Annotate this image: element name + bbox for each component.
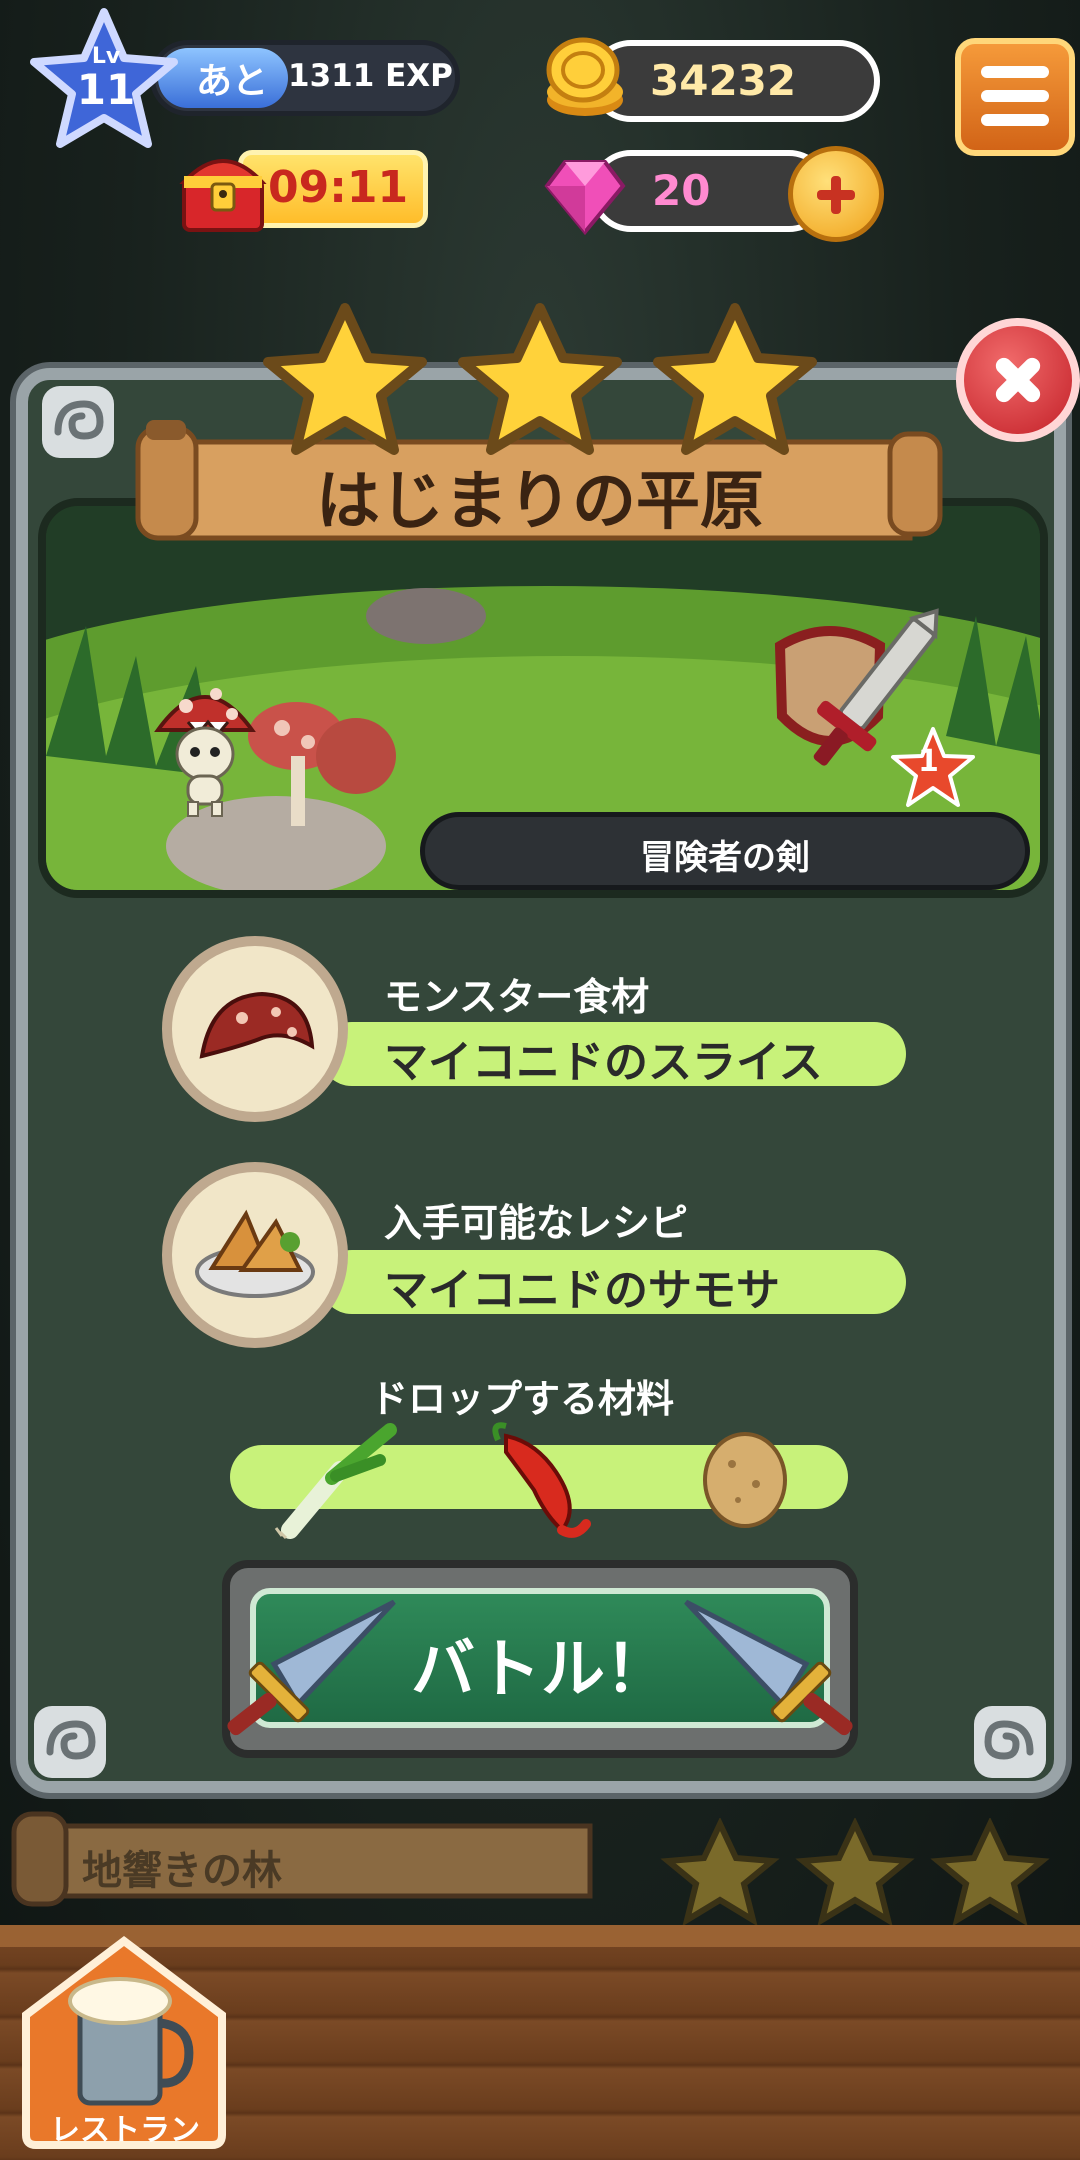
menu-icon <box>981 66 1049 78</box>
mushroom-monster-icon <box>154 688 256 817</box>
reward-label: 入手可能なレシピ <box>384 1201 689 1245</box>
reward-value: マイコニドのサモサ <box>384 1265 780 1316</box>
swirl-ornament-icon <box>42 386 114 458</box>
reward-icon-frame[interactable] <box>162 936 348 1122</box>
green-onion-icon[interactable] <box>270 1420 400 1540</box>
star-icon <box>930 1818 1050 1927</box>
next-stage-stars <box>660 1818 1050 1927</box>
coin-amount: 34232 <box>650 56 797 105</box>
star-icon <box>795 1818 915 1927</box>
stage-title: はじまりの平原 <box>316 465 764 539</box>
reward-value: マイコニドのスライス <box>384 1037 823 1088</box>
star-icon <box>458 303 622 455</box>
weapon-level: 1 <box>918 744 939 779</box>
samosa-dish-icon <box>195 1209 315 1298</box>
coins-icon <box>546 37 623 116</box>
next-stage-title: 地響きの林 <box>82 1848 282 1894</box>
menu-button[interactable] <box>955 38 1075 156</box>
stage-stars <box>263 303 817 455</box>
star-icon <box>660 1818 780 1927</box>
star-icon <box>653 303 817 455</box>
potato-icon[interactable] <box>690 1424 800 1534</box>
reward-label: モンスター食材 <box>384 975 650 1019</box>
red-pepper-icon[interactable] <box>476 1412 606 1542</box>
exp-prefix: あと <box>196 61 269 102</box>
weapon-name: 冒険者の剣 <box>640 838 810 878</box>
add-gems-button[interactable] <box>788 146 884 242</box>
gems-icon <box>544 160 626 236</box>
swirl-ornament-icon <box>974 1706 1046 1778</box>
swirl-ornament-icon <box>34 1706 106 1778</box>
close-button[interactable] <box>956 318 1080 442</box>
exp-remaining: 1311 EXP <box>288 58 453 94</box>
sword-right-icon <box>684 1599 853 1736</box>
gem-amount: 20 <box>652 166 711 215</box>
sword-left-icon <box>227 1599 396 1736</box>
reward-icon-frame[interactable] <box>162 1162 348 1348</box>
mushroom-slice-icon <box>199 991 315 1059</box>
level-badge: Lv 11 <box>70 46 142 112</box>
level-number: 11 <box>76 65 136 114</box>
chest-timer-text: 09:11 <box>268 162 409 213</box>
restaurant-label: レストラン <box>50 2113 200 2148</box>
treasure-chest-icon[interactable] <box>178 140 268 236</box>
star-icon <box>263 303 427 455</box>
